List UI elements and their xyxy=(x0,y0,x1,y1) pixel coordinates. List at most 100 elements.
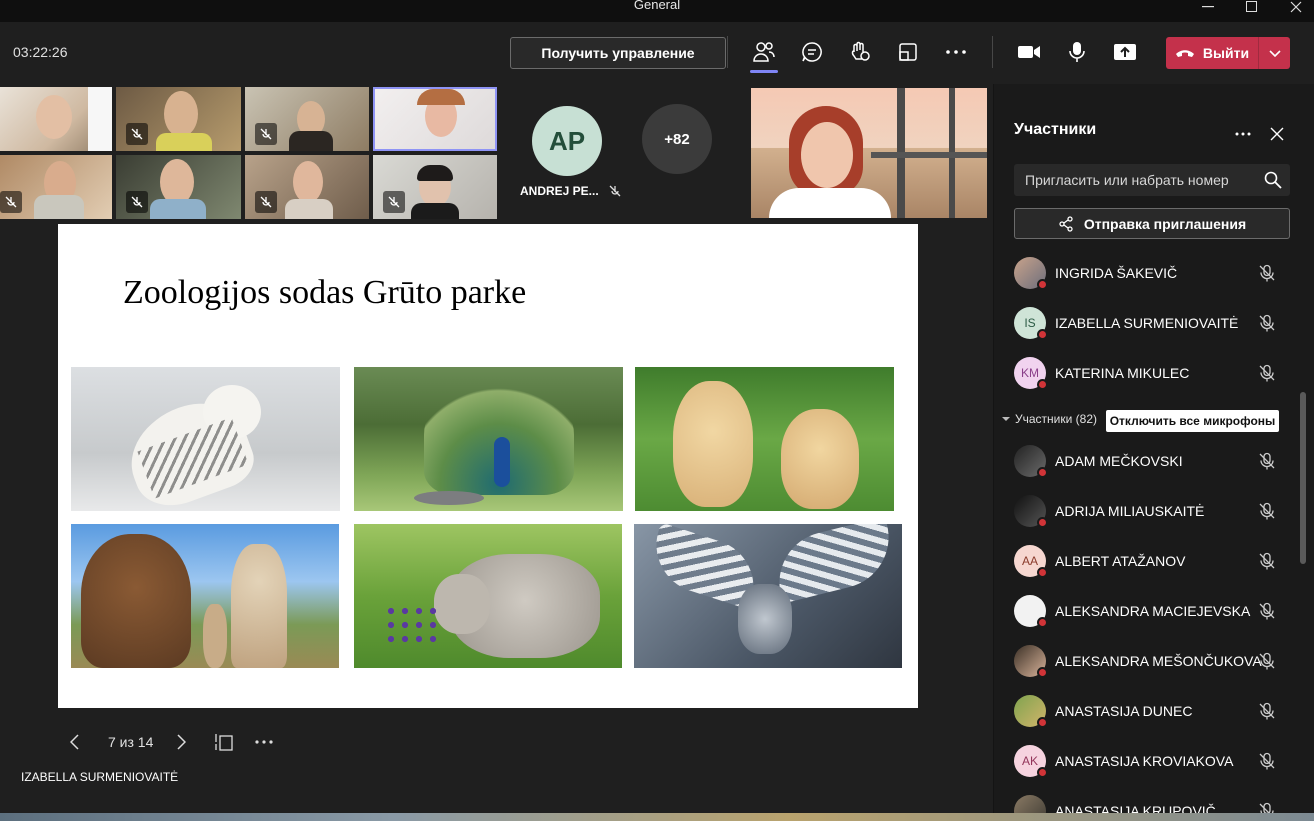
close-window-button[interactable] xyxy=(1276,0,1314,14)
maximize-button[interactable] xyxy=(1232,0,1272,14)
toolbar-divider xyxy=(992,36,993,68)
ap-name: ANDREJ PE... xyxy=(520,184,599,198)
muted-mic-icon[interactable] xyxy=(1258,702,1276,720)
muted-mic-icon[interactable] xyxy=(1258,552,1276,570)
participants-icon[interactable] xyxy=(750,38,778,73)
avatar: AK xyxy=(1014,745,1048,778)
participant-row[interactable]: KM KATERINA MIKULEC xyxy=(1014,355,1294,391)
take-control-button[interactable]: Получить управление xyxy=(510,37,726,69)
more-participants-button[interactable]: +82 xyxy=(642,104,712,174)
slide-more-options-icon[interactable] xyxy=(255,730,275,754)
participant-name: KATERINA MIKULEC xyxy=(1055,365,1190,381)
avatar xyxy=(1014,695,1048,728)
meeting-toolbar: 03:22:26 Получить управление Выйти xyxy=(0,22,1314,84)
panel-more-icon[interactable] xyxy=(1231,122,1255,146)
slide-navigation: 7 из 14 xyxy=(70,730,275,754)
search-icon[interactable] xyxy=(1264,171,1282,189)
muted-mic-icon[interactable] xyxy=(1258,264,1276,282)
participants-panel: Участники Отправка приглашения INGRIDA Š… xyxy=(993,84,1314,813)
share-screen-icon[interactable] xyxy=(1111,38,1139,66)
avatar: AA xyxy=(1014,545,1048,578)
muted-mic-icon[interactable] xyxy=(1258,452,1276,470)
avatar: KM xyxy=(1014,357,1048,390)
mute-all-button[interactable]: Отключить все микрофоны xyxy=(1106,410,1279,432)
share-invite-label: Отправка приглашения xyxy=(1083,215,1247,232)
avatar xyxy=(1014,795,1046,813)
attendees-section-header[interactable]: Участники (82) xyxy=(1002,412,1097,426)
participant-row[interactable]: ADAM MEČKOVSKI xyxy=(1014,443,1294,479)
window-title: General xyxy=(633,0,681,12)
snowy-owl-photo xyxy=(71,367,340,511)
close-icon[interactable] xyxy=(1265,122,1289,146)
raise-hand-icon[interactable] xyxy=(846,38,874,66)
toolbar-divider xyxy=(727,36,728,68)
muted-mic-icon xyxy=(383,191,405,213)
video-tile[interactable] xyxy=(116,87,241,151)
muted-mic-icon[interactable] xyxy=(1258,502,1276,520)
video-tile[interactable] xyxy=(116,155,241,219)
status-dot xyxy=(1037,617,1048,628)
participant-name: INGRIDA ŠAKEVIČ xyxy=(1055,265,1178,281)
muted-mic-icon xyxy=(0,191,22,213)
participant-row[interactable]: ADRIJA MILIAUSKAITĖ xyxy=(1014,493,1294,529)
participant-name: ALEKSANDRA MACIEJEVSKA xyxy=(1055,603,1251,619)
silkie-chickens-photo xyxy=(635,367,894,511)
microphone-icon[interactable] xyxy=(1063,38,1091,66)
muted-mic-icon xyxy=(255,123,277,145)
video-tile[interactable] xyxy=(245,155,369,219)
avatar: IS xyxy=(1014,307,1048,340)
muted-mic-icon[interactable] xyxy=(1258,364,1276,382)
muted-mic-icon[interactable] xyxy=(1258,314,1276,332)
share-icon xyxy=(1059,215,1073,232)
muted-mic-icon[interactable] xyxy=(1258,752,1276,770)
status-dot xyxy=(1037,667,1048,678)
invite-search-input[interactable] xyxy=(1014,164,1290,196)
collapse-caret-icon xyxy=(1002,417,1010,421)
video-tile-active-speaker[interactable] xyxy=(373,87,497,151)
slide-overview-icon[interactable] xyxy=(215,730,235,754)
slide-counter: 7 из 14 xyxy=(108,734,154,750)
presentation-slide[interactable]: Zoologijos sodas Grūto parke xyxy=(58,224,918,708)
participant-name-label: ANDREJ PE... xyxy=(520,184,621,198)
share-invite-button[interactable]: Отправка приглашения xyxy=(1014,208,1290,239)
status-dot xyxy=(1037,379,1048,390)
chat-icon[interactable] xyxy=(798,38,826,66)
avatar xyxy=(1014,645,1048,678)
avatar xyxy=(1014,445,1048,478)
status-dot xyxy=(1037,717,1048,728)
participant-row[interactable]: INGRIDA ŠAKEVIČ xyxy=(1014,255,1294,291)
next-slide-chevron-icon[interactable] xyxy=(177,730,193,754)
leave-label: Выйти xyxy=(1202,45,1250,61)
participant-row[interactable]: ALEKSANDRA MACIEJEVSKA xyxy=(1014,593,1294,629)
more-actions-icon[interactable] xyxy=(942,38,970,66)
participant-name: ALBERT ATAŽANOV xyxy=(1055,553,1186,569)
minimize-button[interactable] xyxy=(1188,0,1228,14)
hawk-photo xyxy=(634,524,902,668)
participant-row[interactable]: AA ALBERT ATAŽANOV xyxy=(1014,543,1294,579)
participant-name: ANASTASIJA DUNEC xyxy=(1055,703,1193,719)
leave-options-chevron-icon[interactable] xyxy=(1259,37,1290,69)
avatar[interactable]: AP xyxy=(532,106,602,176)
muted-mic-icon[interactable] xyxy=(1258,602,1276,620)
participant-row[interactable]: ANASTASIJA KRUPOVIČ xyxy=(1014,793,1294,813)
muted-mic-icon[interactable] xyxy=(1258,802,1276,813)
video-tile[interactable] xyxy=(0,87,112,151)
previous-slide-chevron-icon[interactable] xyxy=(70,730,86,754)
status-dot xyxy=(1037,517,1048,528)
panel-scrollbar[interactable] xyxy=(1300,392,1306,564)
leave-main[interactable]: Выйти xyxy=(1166,37,1258,69)
participant-row[interactable]: AK ANASTASIJA KROVIAKOVA xyxy=(1014,743,1294,779)
video-tile[interactable] xyxy=(373,155,497,219)
avatar xyxy=(1014,595,1048,628)
video-tile[interactable] xyxy=(0,155,112,219)
breakout-rooms-icon[interactable] xyxy=(894,38,922,66)
leave-button[interactable]: Выйти xyxy=(1166,37,1290,69)
presenter-video[interactable] xyxy=(751,88,987,218)
participant-row[interactable]: ANASTASIJA DUNEC xyxy=(1014,693,1294,729)
participant-row[interactable]: ALEKSANDRA MEŠONČUKOVA xyxy=(1014,643,1294,679)
participant-row[interactable]: IS IZABELLA SURMENIOVAITĖ xyxy=(1014,305,1294,341)
video-tile[interactable] xyxy=(245,87,369,151)
camera-icon[interactable] xyxy=(1015,38,1043,66)
participant-name: ANASTASIJA KROVIAKOVA xyxy=(1055,753,1234,769)
muted-mic-icon[interactable] xyxy=(1258,652,1276,670)
